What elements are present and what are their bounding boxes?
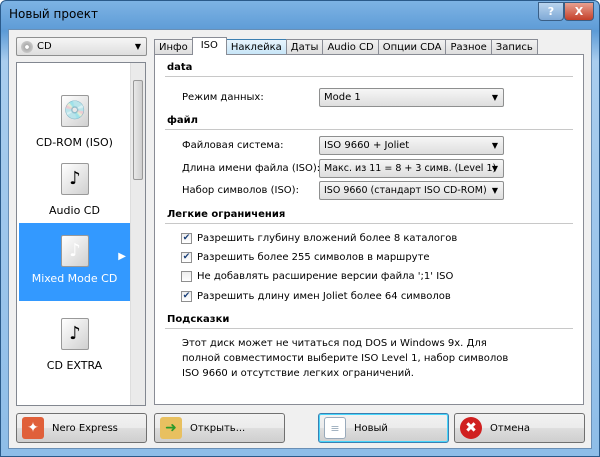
fs-label: Файловая система: xyxy=(182,140,284,151)
data-mode-select[interactable]: Mode 1 ▼ xyxy=(319,88,504,107)
close-button[interactable]: X xyxy=(564,2,594,21)
charset-select[interactable]: ISO 9660 (стандарт ISO CD-ROM) ▼ xyxy=(319,181,504,200)
tab-cda-options[interactable]: Опции CDA xyxy=(377,39,447,55)
data-mode-label: Режим данных: xyxy=(182,92,264,103)
file-system-select[interactable]: ISO 9660 + Joliet ▼ xyxy=(319,136,504,155)
help-button[interactable]: ? xyxy=(538,2,564,21)
button-label: Открыть... xyxy=(190,422,246,434)
name-length-select[interactable]: Макс. из 11 = 8 + 3 симв. (Level 1) ▼ xyxy=(319,159,504,178)
tab-audio-cd[interactable]: Audio CD xyxy=(322,39,379,55)
section-file: файл xyxy=(167,115,199,126)
checkbox-checked-icon[interactable]: ✔ xyxy=(181,291,192,302)
tab-label[interactable]: Наклейка xyxy=(225,39,287,55)
select-value: Mode 1 xyxy=(324,92,361,103)
disc-icon xyxy=(21,41,33,53)
chevron-down-icon: ▼ xyxy=(134,42,141,51)
list-item-audio-cd[interactable]: ♪ Audio CD xyxy=(19,151,130,229)
list-scrollbar[interactable] xyxy=(130,63,145,405)
item-label: Audio CD xyxy=(49,204,100,217)
name-length-label: Длина имени файла (ISO): xyxy=(182,163,321,174)
item-label: Mixed Mode CD xyxy=(31,272,118,285)
section-hints: Подсказки xyxy=(167,314,230,325)
window-title: Новый проект xyxy=(9,7,98,21)
cancel-icon: ✖ xyxy=(460,417,482,439)
new-document-icon: ≡ xyxy=(324,417,346,439)
select-value: ISO 9660 (стандарт ISO CD-ROM) xyxy=(324,185,487,196)
checkbox-unchecked-icon[interactable] xyxy=(181,271,192,282)
item-label: CD EXTRA xyxy=(46,359,103,372)
open-button[interactable]: ➜ Открыть... xyxy=(154,413,285,443)
button-label: Nero Express xyxy=(52,422,118,434)
button-label: Отмена xyxy=(490,422,531,434)
item-label: CD-ROM (ISO) xyxy=(36,136,113,149)
list-item-mixed-mode-cd[interactable]: ♪ Mixed Mode CD ▶ xyxy=(19,223,130,301)
hint-text: Этот диск может не читаться под DOS и Wi… xyxy=(182,338,509,379)
cancel-button[interactable]: ✖ Отмена xyxy=(454,413,585,443)
disc-type-value: CD xyxy=(37,41,52,52)
list-item-cd-extra[interactable]: ♪ CD EXTRA xyxy=(19,306,130,384)
checkbox-checked-icon[interactable]: ✔ xyxy=(181,233,192,244)
new-button[interactable]: ≡ Новый xyxy=(318,413,449,443)
button-label: Новый xyxy=(354,422,388,434)
chevron-down-icon: ▼ xyxy=(491,141,498,150)
checkbox-checked-icon[interactable]: ✔ xyxy=(181,252,192,263)
tab-dates[interactable]: Даты xyxy=(285,39,324,55)
cd-rom-icon: 💿 xyxy=(61,95,89,127)
chevron-right-icon: ▶ xyxy=(118,251,126,262)
scrollbar-thumb[interactable] xyxy=(133,80,143,180)
disc-type-select[interactable]: CD ▼ xyxy=(16,37,147,56)
charset-label: Набор символов (ISO): xyxy=(182,185,299,196)
select-value: ISO 9660 + Joliet xyxy=(324,140,410,151)
checkbox-path-length[interactable]: ✔ Разрешить более 255 символов в маршруте xyxy=(181,252,430,263)
checkbox-joliet-length[interactable]: ✔ Разрешить длину имен Joliet более 64 си… xyxy=(181,291,451,302)
nero-express-icon: ✦ xyxy=(22,417,44,439)
checkbox-label: Разрешить длину имен Joliet более 64 сим… xyxy=(197,291,451,302)
chevron-down-icon: ▼ xyxy=(491,164,498,173)
mixed-mode-cd-icon: ♪ xyxy=(61,235,89,267)
list-item-cd-rom[interactable]: 💿 CD-ROM (ISO) xyxy=(19,83,130,161)
divider xyxy=(165,76,573,77)
section-data: data xyxy=(167,62,193,73)
select-value: Макс. из 11 = 8 + 3 симв. (Level 1) xyxy=(324,163,497,174)
section-relaxations: Легкие ограничения xyxy=(167,209,286,220)
iso-panel: data Режим данных: Mode 1 ▼ файл Файловая… xyxy=(154,54,584,405)
tab-misc[interactable]: Разное xyxy=(445,39,492,55)
checkbox-label: Не добавлять расширение версии файла ';1… xyxy=(197,271,454,282)
project-type-list[interactable]: 💿 CD-ROM (ISO) ♪ Audio CD ♪ Mixed Mode C… xyxy=(16,62,146,406)
chevron-down-icon: ▼ xyxy=(491,93,498,102)
cd-extra-icon: ♪ xyxy=(61,318,89,350)
tab-bar: Инфо ISO Наклейка Даты Audio CD Опции CD… xyxy=(154,37,538,55)
checkbox-label: Разрешить глубину вложений более 8 катал… xyxy=(197,233,458,244)
tab-iso[interactable]: ISO xyxy=(191,37,227,55)
chevron-down-icon: ▼ xyxy=(491,186,498,195)
audio-cd-icon: ♪ xyxy=(61,163,89,195)
checkbox-label: Разрешить более 255 символов в маршруте xyxy=(197,252,430,263)
checkbox-dir-depth[interactable]: ✔ Разрешить глубину вложений более 8 ката… xyxy=(181,233,457,244)
tab-info[interactable]: Инфо xyxy=(154,39,193,55)
divider xyxy=(165,223,573,224)
divider xyxy=(165,328,573,329)
folder-open-icon: ➜ xyxy=(160,417,182,439)
divider xyxy=(165,129,573,130)
tab-burn[interactable]: Запись xyxy=(490,39,538,55)
checkbox-no-version-ext[interactable]: Не добавлять расширение версии файла ';1… xyxy=(181,271,453,282)
nero-express-button[interactable]: ✦ Nero Express xyxy=(16,413,147,443)
